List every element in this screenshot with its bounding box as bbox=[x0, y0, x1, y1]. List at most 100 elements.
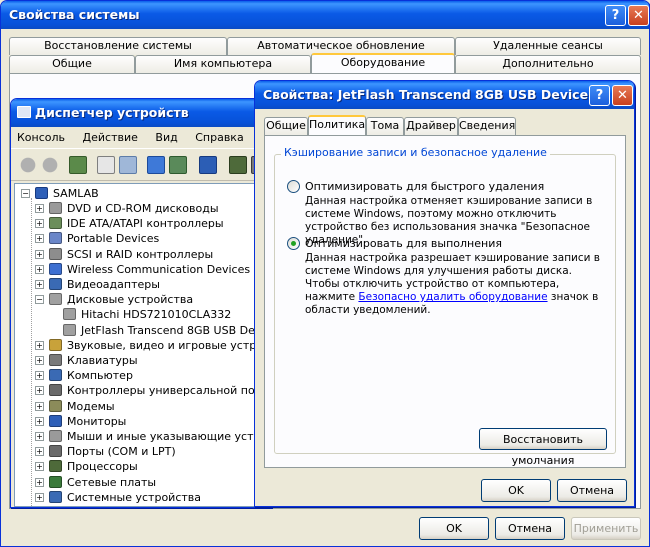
processor-icon bbox=[49, 460, 62, 473]
tree-item-label: Мыши и иные указывающие устройства bbox=[67, 430, 268, 443]
quick-removal-radio[interactable] bbox=[287, 180, 300, 193]
tab-driver[interactable]: Драйвер bbox=[404, 117, 458, 135]
close-button[interactable]: ✕ bbox=[628, 5, 649, 26]
tab-policies[interactable]: Политика bbox=[308, 115, 366, 135]
restore-defaults-button[interactable]: Восстановить умолчания bbox=[479, 428, 607, 467]
collapse-icon[interactable]: − bbox=[21, 189, 30, 198]
tree-item-label: Portable Devices bbox=[67, 232, 160, 246]
expand-icon[interactable]: + bbox=[35, 492, 44, 502]
expand-icon[interactable]: + bbox=[35, 204, 44, 213]
device-manager-app-icon bbox=[17, 106, 31, 118]
performance-radio[interactable] bbox=[287, 237, 300, 250]
monitor-icon bbox=[49, 414, 62, 427]
computer-icon bbox=[49, 369, 62, 382]
tree-item-label: Мониторы bbox=[67, 414, 127, 428]
refresh-icon[interactable] bbox=[169, 156, 187, 174]
tab-remote[interactable]: Удаленные сеансы bbox=[455, 37, 641, 55]
menu-view[interactable]: Вид bbox=[155, 131, 177, 144]
expand-icon[interactable]: + bbox=[35, 264, 44, 274]
expand-icon[interactable]: + bbox=[35, 477, 44, 487]
device-manager-menubar: Консоль Действие Вид Справка bbox=[11, 127, 271, 149]
main-cancel-button[interactable]: Отмена bbox=[495, 517, 565, 540]
expand-icon[interactable]: + bbox=[35, 249, 44, 259]
dialog-cancel-button[interactable]: Отмена bbox=[557, 479, 627, 502]
expand-icon[interactable]: + bbox=[35, 432, 44, 441]
tree-item-label: Системные устройства bbox=[67, 490, 201, 504]
hdd-icon bbox=[63, 323, 76, 336]
tree-item-label: Дисковые устройства bbox=[67, 293, 194, 307]
tab-hardware[interactable]: Оборудование bbox=[311, 53, 455, 73]
modem-icon bbox=[49, 399, 62, 412]
tab-details[interactable]: Сведения bbox=[458, 117, 516, 135]
tab-advanced[interactable]: Дополнительно bbox=[455, 55, 641, 73]
expand-icon[interactable]: + bbox=[35, 340, 44, 350]
expand-icon[interactable]: + bbox=[35, 462, 44, 472]
console-tree-icon[interactable] bbox=[69, 156, 87, 174]
device-manager-title: Диспетчер устройств bbox=[35, 105, 189, 120]
device-manager-window: Диспетчер устройств Консоль Действие Вид… bbox=[10, 98, 272, 508]
tree-item-label: JetFlash Transcend 8GB USB Device bbox=[81, 323, 268, 337]
menu-console[interactable]: Консоль bbox=[17, 131, 65, 144]
network-icon bbox=[49, 475, 62, 488]
tree-item-label: Wireless Communication Devices bbox=[67, 262, 251, 276]
tab-general[interactable]: Общие bbox=[264, 117, 308, 135]
properties-icon[interactable] bbox=[97, 156, 115, 174]
forward-icon[interactable] bbox=[41, 156, 59, 174]
dialog-title: Свойства: JetFlash Transcend 8GB USB Dev… bbox=[263, 87, 589, 102]
update-driver-icon[interactable] bbox=[229, 156, 247, 174]
tab-system-restore[interactable]: Восстановление системы bbox=[9, 37, 227, 55]
tree-item-label: Контроллеры универсальной последовательн… bbox=[67, 384, 267, 398]
scsi-icon bbox=[49, 247, 62, 260]
device-properties-dialog: Свойства: JetFlash Transcend 8GB USB Dev… bbox=[254, 80, 635, 507]
main-apply-button[interactable]: Применить bbox=[571, 517, 641, 540]
tree-item-label: Звуковые, видео и игровые устройства bbox=[67, 338, 267, 352]
dialog-close-button[interactable]: ✕ bbox=[612, 85, 633, 106]
main-ok-button[interactable]: OK bbox=[419, 517, 489, 540]
mouse-icon bbox=[49, 430, 62, 442]
back-icon[interactable] bbox=[19, 156, 37, 174]
safely-remove-link[interactable]: Безопасно удалить оборудование bbox=[358, 291, 547, 303]
dialog-tab-row: Общие Политика Тома Драйвер Сведения bbox=[255, 115, 634, 135]
ide-icon bbox=[49, 217, 62, 230]
usb-icon bbox=[49, 384, 62, 397]
tree-connector bbox=[31, 198, 32, 506]
print-icon[interactable] bbox=[119, 156, 137, 174]
computer-icon bbox=[35, 187, 48, 199]
expand-icon[interactable]: + bbox=[35, 416, 44, 426]
performance-label[interactable]: Оптимизировать для выполнения bbox=[305, 237, 502, 250]
display-adapter-icon bbox=[49, 278, 62, 290]
cdrom-icon bbox=[49, 202, 62, 214]
tree-item-label: Клавиатуры bbox=[67, 354, 138, 367]
dialog-help-button[interactable]: ? bbox=[589, 85, 610, 106]
tree-item-label: Hitachi HDS721010CLA332 bbox=[81, 308, 232, 322]
quick-removal-label[interactable]: Оптимизировать для быстрого удаления bbox=[305, 180, 544, 193]
wireless-icon bbox=[49, 262, 62, 275]
help-icon[interactable] bbox=[147, 156, 165, 174]
group-title: Кэширование записи и безопасное удаление bbox=[281, 146, 550, 159]
device-manager-titlebar: Диспетчер устройств bbox=[11, 99, 271, 127]
tab-row-bottom: Общие Имя компьютера Оборудование Дополн… bbox=[1, 53, 649, 73]
tab-general[interactable]: Общие bbox=[9, 55, 135, 73]
device-tree: − SAMLAB + DVD и CD-ROM дисководы + IDE ATA… bbox=[14, 183, 268, 507]
expand-icon[interactable]: + bbox=[35, 386, 44, 396]
tab-volumes[interactable]: Тома bbox=[366, 117, 404, 135]
dialog-ok-button[interactable]: OK bbox=[481, 479, 551, 502]
expand-icon[interactable]: + bbox=[35, 280, 44, 289]
collapse-icon[interactable]: − bbox=[35, 295, 44, 305]
tree-root-label: SAMLAB bbox=[53, 187, 99, 200]
portable-icon bbox=[49, 232, 62, 245]
expand-icon[interactable]: + bbox=[35, 234, 44, 244]
tree-item-label: Сетевые платы bbox=[67, 475, 157, 489]
expand-icon[interactable]: + bbox=[35, 356, 44, 365]
scan-hardware-icon[interactable] bbox=[199, 156, 217, 174]
keyboard-icon bbox=[49, 354, 62, 366]
expand-icon[interactable]: + bbox=[35, 401, 44, 411]
help-button[interactable]: ? bbox=[605, 5, 626, 26]
tab-computer-name[interactable]: Имя компьютера bbox=[135, 55, 311, 73]
menu-action[interactable]: Действие bbox=[83, 131, 138, 144]
expand-icon[interactable]: + bbox=[35, 447, 44, 457]
expand-icon[interactable]: + bbox=[35, 371, 44, 381]
expand-icon[interactable]: + bbox=[35, 219, 44, 229]
menu-help[interactable]: Справка bbox=[195, 131, 243, 144]
device-manager-toolbar bbox=[11, 149, 271, 181]
